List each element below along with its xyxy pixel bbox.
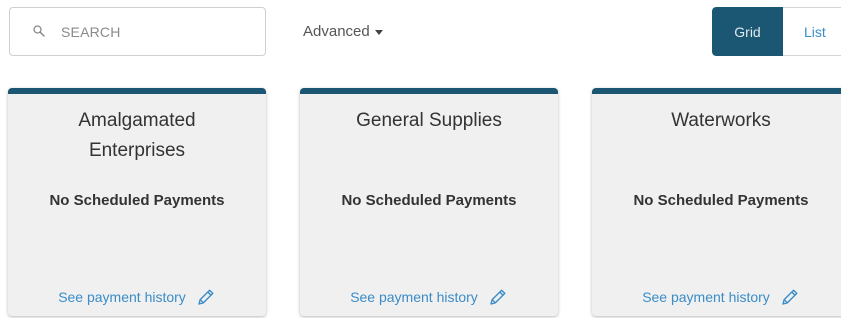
grid-view-label: Grid: [734, 23, 761, 40]
card-footer: See payment history: [8, 287, 266, 307]
payment-history-link[interactable]: See payment history: [58, 289, 186, 305]
payment-history-link[interactable]: See payment history: [350, 289, 478, 305]
list-view-label: List: [804, 23, 826, 40]
caret-down-icon: [374, 30, 383, 35]
payees-page: Advanced Grid List Amalgamated Enterpris…: [0, 0, 841, 318]
card-footer: See payment history: [592, 287, 841, 307]
card-title-line: Amalgamated: [78, 110, 196, 131]
search-box[interactable]: [9, 7, 266, 56]
card-status: No Scheduled Payments: [49, 192, 225, 209]
search-icon: [33, 25, 45, 37]
pencil-icon[interactable]: [780, 287, 800, 307]
pencil-icon[interactable]: [196, 287, 216, 307]
card-title: Waterworks: [592, 106, 841, 136]
search-input[interactable]: [61, 20, 256, 44]
card-footer: See payment history: [300, 287, 558, 307]
card-title-line: Waterworks: [671, 110, 771, 131]
card-title: Amalgamated Enterprises: [8, 106, 266, 166]
payment-history-link[interactable]: See payment history: [642, 289, 770, 305]
card-title-line: General Supplies: [356, 110, 502, 131]
list-view-button[interactable]: List: [783, 7, 841, 56]
grid-view-button[interactable]: Grid: [712, 7, 783, 56]
card-status: No Scheduled Payments: [633, 192, 809, 209]
payee-card[interactable]: Waterworks No Scheduled Payments See pay…: [592, 88, 841, 316]
view-toggle: Grid List: [712, 7, 841, 56]
card-status: No Scheduled Payments: [341, 192, 517, 209]
advanced-filter-label: Advanced: [303, 23, 370, 40]
card-title-line: Enterprises: [88, 140, 186, 161]
pencil-icon[interactable]: [488, 287, 508, 307]
payee-card[interactable]: General Supplies No Scheduled Payments S…: [300, 88, 558, 316]
payee-card[interactable]: Amalgamated Enterprises No Scheduled Pay…: [8, 88, 266, 316]
advanced-filter-dropdown[interactable]: Advanced: [303, 23, 383, 40]
card-title: General Supplies: [300, 106, 558, 136]
